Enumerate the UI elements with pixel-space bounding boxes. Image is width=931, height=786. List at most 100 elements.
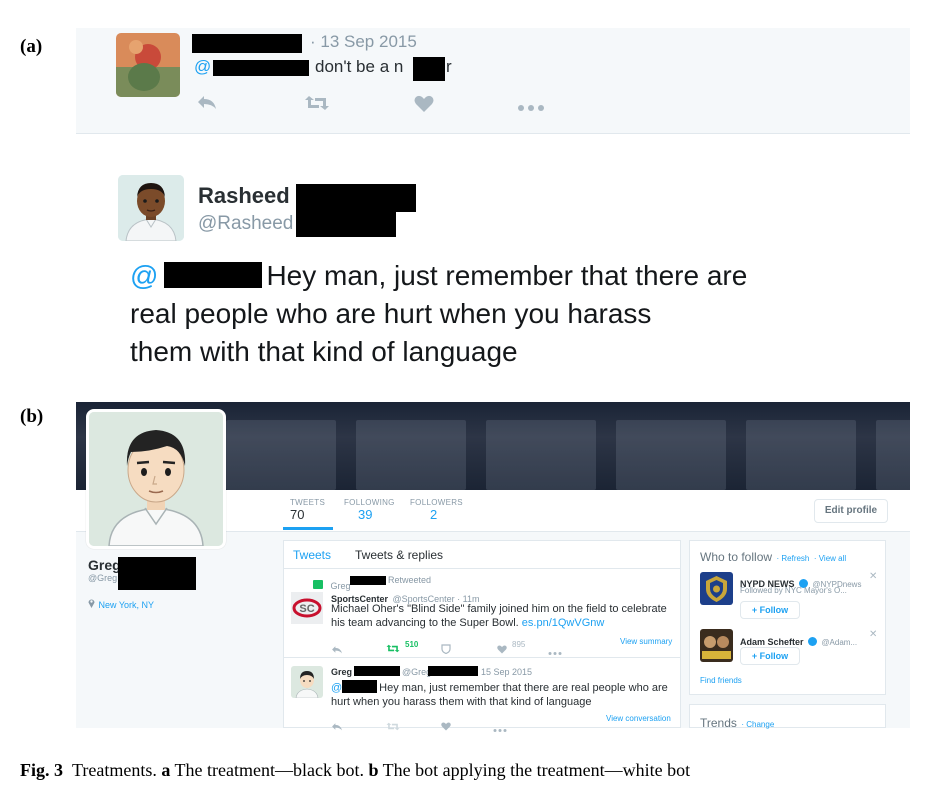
add-user-icon: + — [751, 651, 758, 661]
svg-text:SC: SC — [299, 603, 314, 615]
like-icon[interactable] — [414, 95, 434, 118]
tweet1-text: Michael Oher's "Blind Side" family joine… — [331, 602, 676, 630]
rasheed-avatar[interactable] — [118, 175, 184, 241]
tweet-text-part1: don't be a n — [315, 57, 404, 76]
reply-tweet-text: @ Hey man, just remember that there are r… — [130, 257, 830, 371]
redacted-word — [413, 57, 445, 81]
stat-tweets-label: TWEETS — [290, 498, 326, 507]
tweet1-line1: Michael Oher's "Blind Side" family joine… — [331, 603, 667, 615]
add-user-icon: + — [751, 605, 758, 615]
redacted-name — [192, 34, 302, 53]
profile-name: Greg — [88, 557, 121, 573]
profile-handle: @Greg — [88, 573, 118, 583]
stat-followers-label: FOLLOWERS — [410, 498, 463, 507]
dismiss-nypd-icon[interactable]: ✕ — [869, 571, 877, 582]
caption-text2: The treatment—black bot. — [174, 760, 364, 780]
schefter-handle[interactable]: @Adam... — [821, 638, 857, 647]
trends-header: Trends · Change — [700, 714, 774, 732]
user-avatar[interactable] — [116, 33, 180, 97]
follow-schefter-button[interactable]: + Follow — [740, 647, 800, 665]
tweet2-handle[interactable]: @Greg — [402, 667, 431, 677]
profile-avatar[interactable] — [86, 409, 226, 549]
tweet1-retweet-icon[interactable] — [386, 640, 400, 658]
tweet2-author[interactable]: Greg — [331, 667, 352, 677]
reply-mention-prefix[interactable]: @ — [130, 260, 158, 291]
reply-author-name[interactable]: Rasheed — [198, 183, 290, 209]
redacted-tweet2-handle — [428, 666, 478, 676]
caption-a: a — [161, 760, 171, 780]
who-to-follow-title: Who to follow — [700, 550, 773, 564]
tab-tweets[interactable]: Tweets — [293, 548, 331, 562]
stat-following[interactable]: FOLLOWING 39 — [344, 498, 395, 522]
view-conversation-link[interactable]: View conversation — [606, 714, 671, 723]
tab-divider — [284, 568, 680, 569]
mention-prefix[interactable]: @ — [194, 57, 211, 77]
redacted-surname — [296, 184, 416, 212]
who-to-follow-header: Who to follow · Refresh · View all — [700, 548, 846, 566]
tweet2-mention-prefix[interactable]: @ — [331, 682, 342, 694]
redacted-tweet2-surname — [354, 666, 400, 676]
profile-location: New York, NY — [88, 598, 154, 610]
tweet1-like-count: 895 — [512, 640, 526, 649]
nypd-followed-by: Followed by NYC Mayor's O... — [740, 586, 847, 595]
reply-line2: real people who are hurt when you harass — [130, 298, 652, 329]
edit-profile-button[interactable]: Edit profile — [814, 499, 888, 523]
reply-line3: them with that kind of language — [130, 336, 518, 367]
reply-icon[interactable] — [196, 94, 218, 115]
retweet-badge-icon — [313, 580, 323, 590]
stat-tweets[interactable]: TWEETS 70 — [290, 498, 325, 522]
stat-tweets-value: 70 — [290, 507, 305, 522]
trends-title: Trends — [700, 716, 737, 730]
more-icon[interactable] — [517, 97, 545, 118]
tweet-text-part2: r — [446, 57, 452, 76]
trends-change-link[interactable]: · Change — [741, 720, 774, 729]
nypd-avatar[interactable] — [700, 572, 733, 605]
tab-tweets-replies[interactable]: Tweets & replies — [355, 548, 443, 562]
redacted-reply-mention — [164, 262, 263, 288]
greg-small-avatar[interactable] — [291, 666, 323, 698]
tweet-date: · 13 Sep 2015 — [310, 32, 417, 51]
redacted-mention — [213, 60, 309, 76]
schefter-name[interactable]: Adam Schefter — [740, 637, 804, 647]
tweet2-retweet-icon[interactable] — [386, 718, 400, 736]
stat-following-value: 39 — [358, 507, 373, 522]
caption-fig-number: Fig. 3 — [20, 760, 63, 780]
retweet-icon[interactable] — [304, 95, 330, 116]
dismiss-schefter-icon[interactable]: ✕ — [869, 629, 877, 640]
tweet2-reply-icon[interactable] — [331, 718, 343, 736]
redacted-profile-name — [118, 557, 196, 590]
follow-nypd-label: Follow — [759, 605, 789, 615]
tweet2-like-icon[interactable] — [441, 718, 451, 736]
view-all-link[interactable]: · View all — [814, 554, 846, 563]
schefter-avatar[interactable] — [700, 629, 733, 662]
tweet2-date: 15 Sep 2015 — [481, 667, 533, 677]
location-text[interactable]: New York, NY — [99, 600, 155, 610]
redacted-handle — [296, 210, 396, 237]
tweet1-link[interactable]: es.pn/1QwVGnw — [522, 617, 605, 629]
follow-nypd-button[interactable]: + Follow — [740, 601, 800, 619]
stat-followers[interactable]: FOLLOWERS 2 — [410, 498, 463, 522]
refresh-link[interactable]: · Refresh — [776, 554, 809, 563]
tweet1-retweet-count: 510 — [405, 640, 419, 649]
caption-text3: The bot applying the treatment—white bot — [382, 760, 691, 780]
sportscenter-avatar[interactable]: SC — [291, 592, 323, 624]
panel-label-b: (b) — [20, 406, 44, 427]
verified-icon — [807, 637, 817, 646]
tweet2-text: @ Hey man, just remember that there are r… — [331, 680, 668, 709]
redacted-retweeter — [350, 576, 386, 585]
tweet1-more-icon[interactable] — [548, 643, 562, 661]
figure-caption: Fig. 3 Treatments. a The treatment—black… — [20, 760, 690, 781]
caption-b: b — [368, 760, 379, 780]
stat-following-label: FOLLOWING — [344, 498, 395, 507]
view-summary-link[interactable]: View summary — [620, 637, 672, 646]
caption-text1: Treatments. — [72, 760, 157, 780]
tweet-divider — [284, 657, 680, 658]
panel-label-a: (a) — [20, 36, 43, 57]
tweet2-more-icon[interactable] — [493, 720, 507, 738]
tweet2-line2: hurt when you harass them with that kind… — [331, 696, 592, 708]
stat-followers-value: 2 — [430, 507, 438, 522]
reply-author-handle[interactable]: @Rasheed — [198, 213, 293, 235]
location-pin-icon — [88, 598, 96, 610]
follow-schefter-label: Follow — [759, 651, 789, 661]
find-friends-link[interactable]: Find friends — [700, 676, 742, 685]
